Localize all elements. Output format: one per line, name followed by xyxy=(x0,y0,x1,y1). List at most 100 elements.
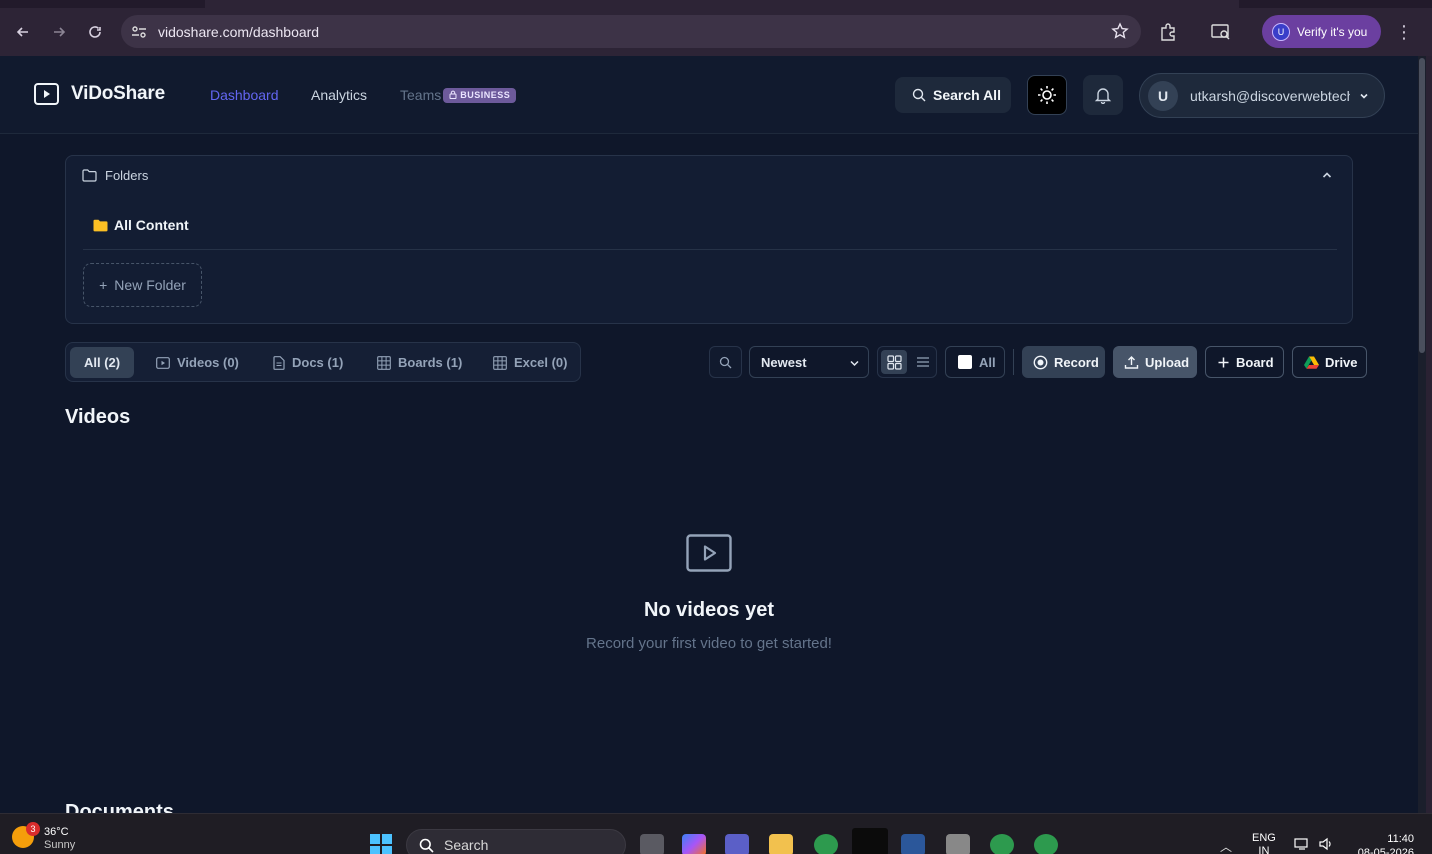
chrome-icon[interactable] xyxy=(1034,834,1058,854)
upload-button[interactable]: Upload xyxy=(1113,346,1197,378)
empty-state-title: No videos yet xyxy=(643,599,775,621)
record-label: Record xyxy=(1054,354,1099,370)
word-icon[interactable] xyxy=(901,834,925,854)
view-toggle xyxy=(877,346,937,378)
content-search-button[interactable] xyxy=(709,346,742,378)
theme-toggle-button[interactable] xyxy=(1027,75,1067,115)
site-settings-icon[interactable] xyxy=(130,23,148,41)
plus-icon xyxy=(1218,357,1229,367)
weather-sun-icon: 3 xyxy=(12,822,40,848)
nav-dashboard[interactable]: Dashboard xyxy=(210,87,279,103)
nav-teams[interactable]: Teams BUSINESS xyxy=(400,87,517,103)
chevron-up-icon[interactable] xyxy=(1320,168,1334,182)
taskbar-search[interactable]: Search xyxy=(406,829,626,854)
chat-icon[interactable] xyxy=(946,834,970,854)
file-explorer-icon[interactable] xyxy=(769,834,793,854)
user-email: utkarsh@discoverwebtech.com xyxy=(1190,87,1350,104)
notifications-button[interactable] xyxy=(1083,75,1123,115)
lang-bottom: IN xyxy=(1258,845,1270,854)
content-filter-tabs: All (2) Videos (0) Docs (1) Boards (1) E… xyxy=(65,342,581,382)
copilot-icon[interactable] xyxy=(682,834,706,854)
folders-title: Folders xyxy=(105,168,149,183)
language-indicator[interactable]: ENG IN xyxy=(1252,832,1276,854)
reload-icon[interactable] xyxy=(83,20,107,44)
bookmark-star-icon[interactable] xyxy=(1111,22,1129,40)
grid-icon xyxy=(886,354,902,370)
tab-docs[interactable]: Docs (1) xyxy=(273,347,343,378)
system-clock[interactable]: 11:40 08-05-2026 xyxy=(1350,832,1414,854)
app-viewport: ViDoShare Dashboard Analytics Teams BUSI… xyxy=(0,56,1418,813)
browser-menu-icon[interactable]: ⋮ xyxy=(1395,21,1413,43)
url-text: vidoshare.com/dashboard xyxy=(158,23,320,40)
chevron-down-icon xyxy=(850,360,859,367)
teams-icon[interactable] xyxy=(725,834,749,854)
record-icon xyxy=(1033,355,1048,369)
tab-excel[interactable]: Excel (0) xyxy=(493,347,567,378)
sort-value: Newest xyxy=(761,354,807,370)
upload-label: Upload xyxy=(1145,354,1190,370)
tab-all[interactable]: All (2) xyxy=(70,347,135,378)
grid-view-button[interactable] xyxy=(881,350,907,374)
google-drive-icon xyxy=(1304,356,1319,369)
folders-header[interactable]: Folders xyxy=(82,168,148,183)
upwork-icon[interactable] xyxy=(852,828,888,854)
tab-boards-label: Boards (1) xyxy=(398,355,463,370)
sort-select[interactable]: Newest xyxy=(749,346,869,378)
nav-teams-label: Teams xyxy=(400,87,442,103)
weather-badge: 3 xyxy=(26,822,40,836)
volume-icon[interactable] xyxy=(1318,837,1334,851)
address-bar[interactable]: vidoshare.com/dashboard xyxy=(121,15,1141,48)
new-board-button[interactable]: Board xyxy=(1205,346,1284,378)
page-scrollbar[interactable] xyxy=(1418,56,1426,813)
tray-expand-icon[interactable]: ︿ xyxy=(1220,838,1232,854)
tab-all-label: All (2) xyxy=(84,355,121,370)
active-tab[interactable] xyxy=(205,0,1239,8)
new-folder-button[interactable]: + New Folder xyxy=(83,263,202,307)
plus-icon: + xyxy=(99,277,108,293)
clock-date: 08-05-2026 xyxy=(1357,847,1414,854)
verify-profile-button[interactable]: U Verify it's you xyxy=(1262,15,1381,48)
profile-avatar: U xyxy=(1272,22,1290,41)
brand-logo[interactable]: ViDoShare xyxy=(34,83,165,105)
network-icon[interactable] xyxy=(1294,837,1310,851)
folder-all-content[interactable]: All Content xyxy=(93,217,189,233)
sun-icon xyxy=(1038,86,1056,104)
search-icon xyxy=(719,356,732,368)
select-all-checkbox[interactable] xyxy=(958,355,972,369)
extensions-icon[interactable] xyxy=(1157,21,1179,43)
new-folder-label: New Folder xyxy=(114,277,186,293)
chrome-icon[interactable] xyxy=(990,834,1014,854)
list-view-button[interactable] xyxy=(911,350,935,374)
search-all-button[interactable]: Search All xyxy=(895,77,1011,113)
record-button[interactable]: Record xyxy=(1022,346,1105,378)
drive-label: Drive xyxy=(1325,354,1358,370)
forward-icon[interactable] xyxy=(47,20,71,44)
lock-icon xyxy=(449,90,457,101)
business-badge: BUSINESS xyxy=(443,87,517,103)
google-drive-button[interactable]: Drive xyxy=(1292,346,1367,378)
upload-icon xyxy=(1124,355,1139,369)
user-avatar: U xyxy=(1148,80,1178,111)
video-icon xyxy=(156,356,170,369)
doc-icon xyxy=(273,355,285,370)
select-all-toggle[interactable]: All xyxy=(945,346,1005,378)
task-view-icon[interactable] xyxy=(640,834,664,854)
cast-search-icon[interactable] xyxy=(1210,21,1232,43)
chrome-icon[interactable] xyxy=(814,834,838,854)
play-logo-icon xyxy=(34,83,59,105)
video-placeholder-icon xyxy=(686,534,732,572)
tab-boards[interactable]: Boards (1) xyxy=(377,347,462,378)
folder-icon xyxy=(93,219,108,231)
tab-videos[interactable]: Videos (0) xyxy=(156,347,239,378)
os-taskbar: 3 36°C Sunny Search ︿ ENG IN 11:40 08-05… xyxy=(0,813,1432,854)
folder-outline-icon xyxy=(82,169,97,182)
nav-analytics[interactable]: Analytics xyxy=(311,87,367,103)
tab-docs-label: Docs (1) xyxy=(292,355,344,370)
tab-strip xyxy=(0,0,1432,8)
user-menu-button[interactable]: U utkarsh@discoverwebtech.com xyxy=(1139,73,1385,118)
windows-start-icon[interactable] xyxy=(370,834,392,854)
empty-state-subtitle: Record your first video to get started! xyxy=(586,635,832,652)
weather-widget[interactable]: 3 36°C Sunny xyxy=(12,822,75,852)
back-icon[interactable] xyxy=(11,20,35,44)
scrollbar-thumb[interactable] xyxy=(1419,58,1425,353)
